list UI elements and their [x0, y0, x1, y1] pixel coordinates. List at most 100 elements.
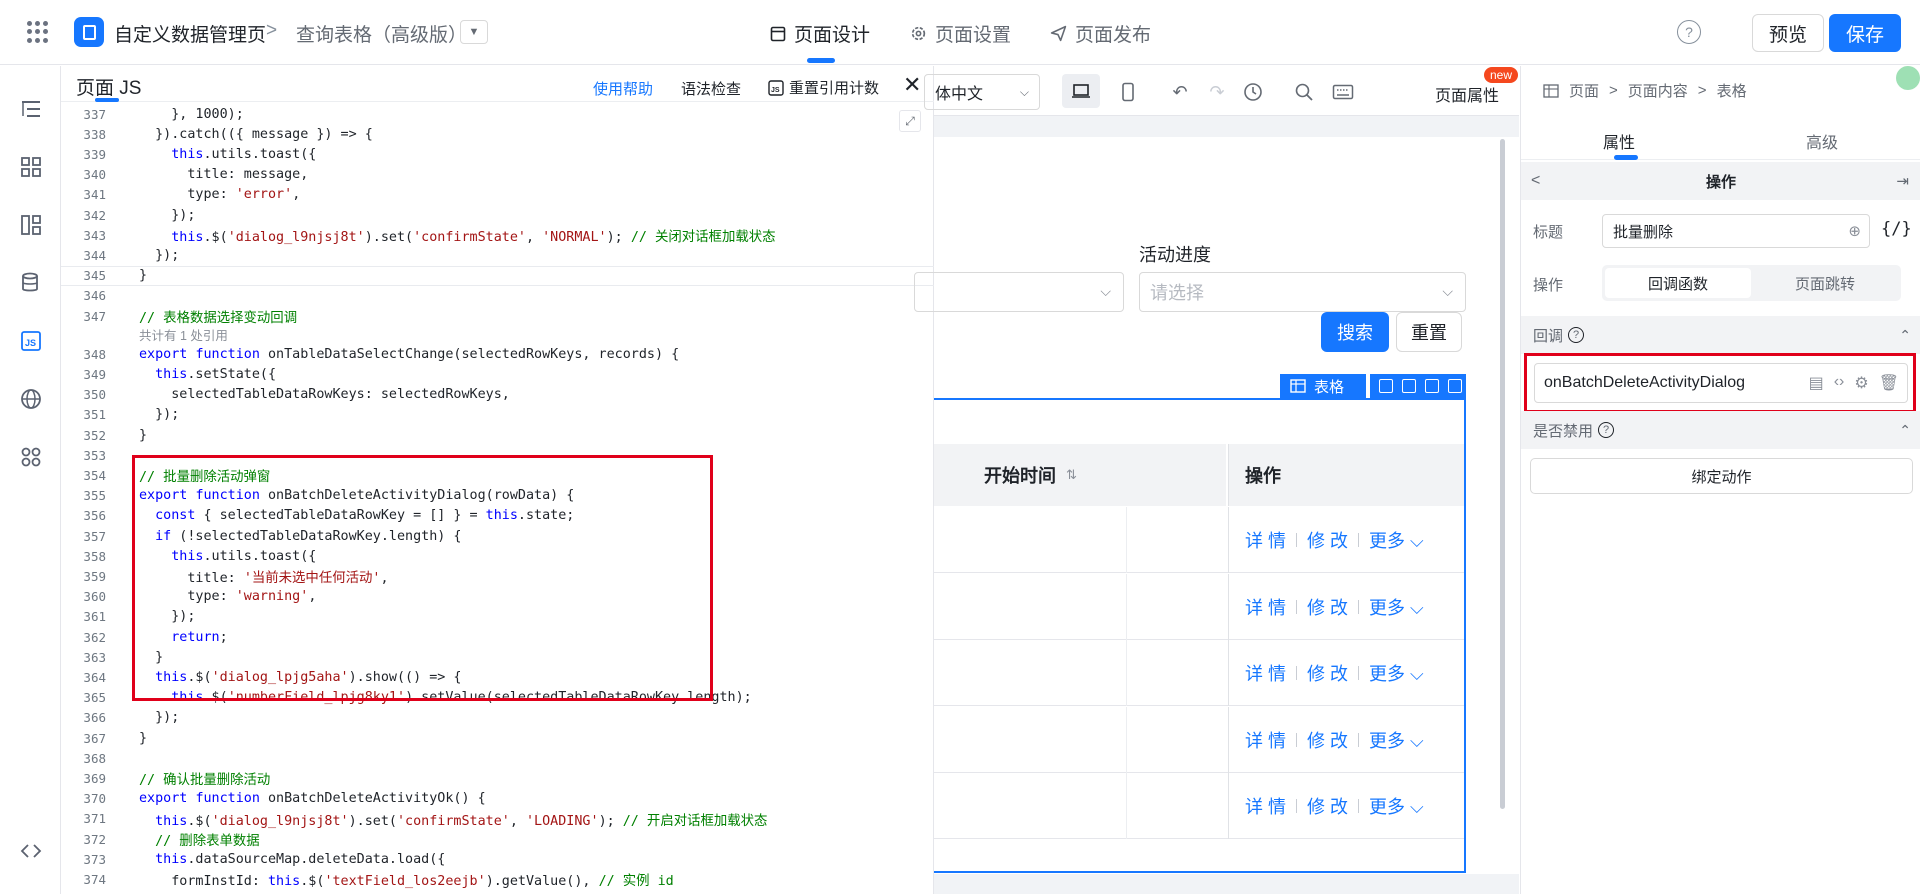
- help-link[interactable]: 使用帮助: [593, 78, 653, 99]
- code-line[interactable]: 371 this.$('dialog_l9njsj8t').set('confi…: [61, 809, 934, 829]
- code-line[interactable]: 339 this.utils.toast({: [61, 144, 934, 164]
- search-button[interactable]: 搜索: [1321, 312, 1389, 352]
- reset-ref-count-button[interactable]: JS 重置引用计数: [768, 77, 879, 98]
- code-line[interactable]: 338 }).catch(({ message }) => {: [61, 124, 934, 144]
- detail-link[interactable]: 详 情: [1245, 660, 1286, 686]
- code-line[interactable]: 368: [61, 748, 934, 768]
- app-title[interactable]: 自定义数据管理页: [114, 20, 266, 47]
- edit-link[interactable]: 修 改: [1307, 594, 1348, 620]
- data-source-icon[interactable]: [18, 270, 44, 296]
- tab-advanced[interactable]: 高级: [1806, 129, 1838, 153]
- page-name[interactable]: 查询表格（高级版）: [296, 20, 467, 47]
- more-dropdown[interactable]: 更多 ⌵: [1369, 727, 1424, 753]
- page-dropdown-button[interactable]: ▼: [460, 20, 488, 44]
- code-line[interactable]: 367}: [61, 728, 934, 748]
- tab-page-design[interactable]: 页面设计: [770, 20, 870, 47]
- code-line[interactable]: 344 });: [61, 245, 934, 265]
- code-line[interactable]: 347 // 表格数据选择变动回调: [61, 306, 934, 327]
- bind-action-button[interactable]: 绑定动作: [1530, 458, 1913, 494]
- code-line[interactable]: 345}: [61, 265, 934, 286]
- back-icon[interactable]: <: [1531, 172, 1540, 190]
- chevron-up-icon[interactable]: ⌃: [1899, 422, 1911, 439]
- history-icon[interactable]: [1240, 79, 1266, 105]
- app-grid-icon[interactable]: [27, 21, 49, 43]
- sort-icon[interactable]: ⇅: [1066, 467, 1077, 483]
- help-icon[interactable]: ?: [1677, 20, 1701, 44]
- syntax-check-button[interactable]: 语法检查: [681, 78, 741, 99]
- edit-link[interactable]: 修 改: [1307, 793, 1348, 819]
- reset-button[interactable]: 重置: [1396, 312, 1462, 352]
- code-line[interactable]: 350 selectedTableDataRowKeys: selectedRo…: [61, 385, 934, 405]
- breadcrumb-table[interactable]: 表格: [1717, 80, 1747, 101]
- code-line[interactable]: 346: [61, 286, 934, 306]
- canvas-scrollbar[interactable]: [1492, 137, 1519, 874]
- table-quick-tools[interactable]: [1370, 374, 1466, 398]
- desktop-view-icon[interactable]: [1062, 74, 1100, 108]
- copy-icon[interactable]: [1378, 379, 1393, 393]
- help-icon[interactable]: ?: [1568, 327, 1585, 343]
- code-line[interactable]: 349 this.setState({: [61, 364, 934, 384]
- globe-icon[interactable]: [18, 386, 44, 412]
- col-header-start-time[interactable]: 开始时间 ⇅: [934, 444, 1226, 506]
- code-line[interactable]: 370 export function onBatchDeleteActivity…: [61, 789, 934, 809]
- search-icon[interactable]: [1291, 79, 1317, 105]
- redo-icon[interactable]: ↷: [1204, 79, 1230, 105]
- title-input[interactable]: 批量删除 ⊕: [1602, 214, 1870, 248]
- more-dropdown[interactable]: 更多 ⌵: [1369, 660, 1424, 686]
- code-line[interactable]: 342 });: [61, 205, 934, 225]
- preview-button[interactable]: 预览: [1752, 14, 1824, 52]
- code-line[interactable]: 374 formInstId: this.$('textField_los2ee…: [61, 869, 934, 890]
- table-component-tag[interactable]: 表格: [1280, 374, 1366, 398]
- detail-link[interactable]: 详 情: [1245, 793, 1286, 819]
- option-callback[interactable]: 回调函数: [1605, 268, 1751, 298]
- filter-select-1[interactable]: ⌵: [914, 272, 1124, 312]
- globe-icon[interactable]: ⊕: [1848, 222, 1861, 240]
- code-line[interactable]: 366 });: [61, 708, 934, 728]
- page-properties-button[interactable]: 页面属性: [1435, 82, 1499, 106]
- code-line[interactable]: 372 // 删除表单数据: [61, 829, 934, 850]
- more-dropdown[interactable]: 更多 ⌵: [1369, 527, 1424, 553]
- exit-icon[interactable]: ⇥: [1896, 172, 1909, 190]
- code-line[interactable]: 348 export function onTableDataSelectChan…: [61, 344, 934, 364]
- filter-progress-select[interactable]: 请选择 ⌵: [1139, 272, 1466, 312]
- add-icon[interactable]: [1401, 379, 1416, 393]
- edit-link[interactable]: 修 改: [1307, 527, 1348, 553]
- help-icon[interactable]: ?: [1598, 422, 1615, 438]
- expression-button[interactable]: {/}: [1881, 219, 1912, 239]
- code-line[interactable]: 351 });: [61, 405, 934, 425]
- save-button[interactable]: 保存: [1829, 14, 1901, 52]
- outline-icon[interactable]: [18, 96, 44, 122]
- undo-icon[interactable]: ↶: [1167, 79, 1193, 105]
- plugins-icon[interactable]: [18, 444, 44, 470]
- edit-link[interactable]: 修 改: [1307, 660, 1348, 686]
- language-select[interactable]: 体中文 ⌵: [924, 74, 1040, 110]
- code-line[interactable]: 337 }, 1000);: [61, 104, 934, 124]
- edit-link[interactable]: 修 改: [1307, 727, 1348, 753]
- breadcrumb-page-content[interactable]: 页面内容: [1628, 80, 1688, 101]
- code-line[interactable]: 352}: [61, 425, 934, 445]
- tab-page-publish[interactable]: 页面发布: [1050, 20, 1151, 47]
- code-icon[interactable]: [18, 838, 44, 864]
- templates-icon[interactable]: [18, 212, 44, 238]
- code-line[interactable]: 369 // 确认批量删除活动: [61, 768, 934, 789]
- detail-link[interactable]: 详 情: [1245, 727, 1286, 753]
- detail-link[interactable]: 详 情: [1245, 594, 1286, 620]
- code-line[interactable]: 373 this.dataSourceMap.deleteData.load({: [61, 849, 934, 869]
- tab-properties[interactable]: 属性: [1603, 129, 1635, 153]
- code-line[interactable]: 341 type: 'error',: [61, 185, 934, 205]
- close-icon[interactable]: ✕: [903, 72, 921, 98]
- code-line[interactable]: 340 title: message,: [61, 165, 934, 185]
- detail-link[interactable]: 详 情: [1245, 527, 1286, 553]
- reference-count-note[interactable]: 共计有 1 处引用: [139, 325, 228, 343]
- option-page-jump[interactable]: 页面跳转: [1752, 268, 1898, 298]
- avatar[interactable]: [1896, 66, 1920, 90]
- settings-icon[interactable]: [1424, 379, 1439, 393]
- chevron-up-icon[interactable]: ⌃: [1899, 327, 1911, 344]
- mobile-view-icon[interactable]: [1115, 79, 1141, 105]
- delete-icon[interactable]: [1447, 379, 1462, 393]
- components-icon[interactable]: [18, 154, 44, 180]
- keyboard-icon[interactable]: [1330, 79, 1356, 105]
- js-icon[interactable]: JS: [18, 328, 44, 354]
- more-dropdown[interactable]: 更多 ⌵: [1369, 594, 1424, 620]
- code-line[interactable]: 343 this.$('dialog_l9njsj8t').set('confi…: [61, 225, 934, 246]
